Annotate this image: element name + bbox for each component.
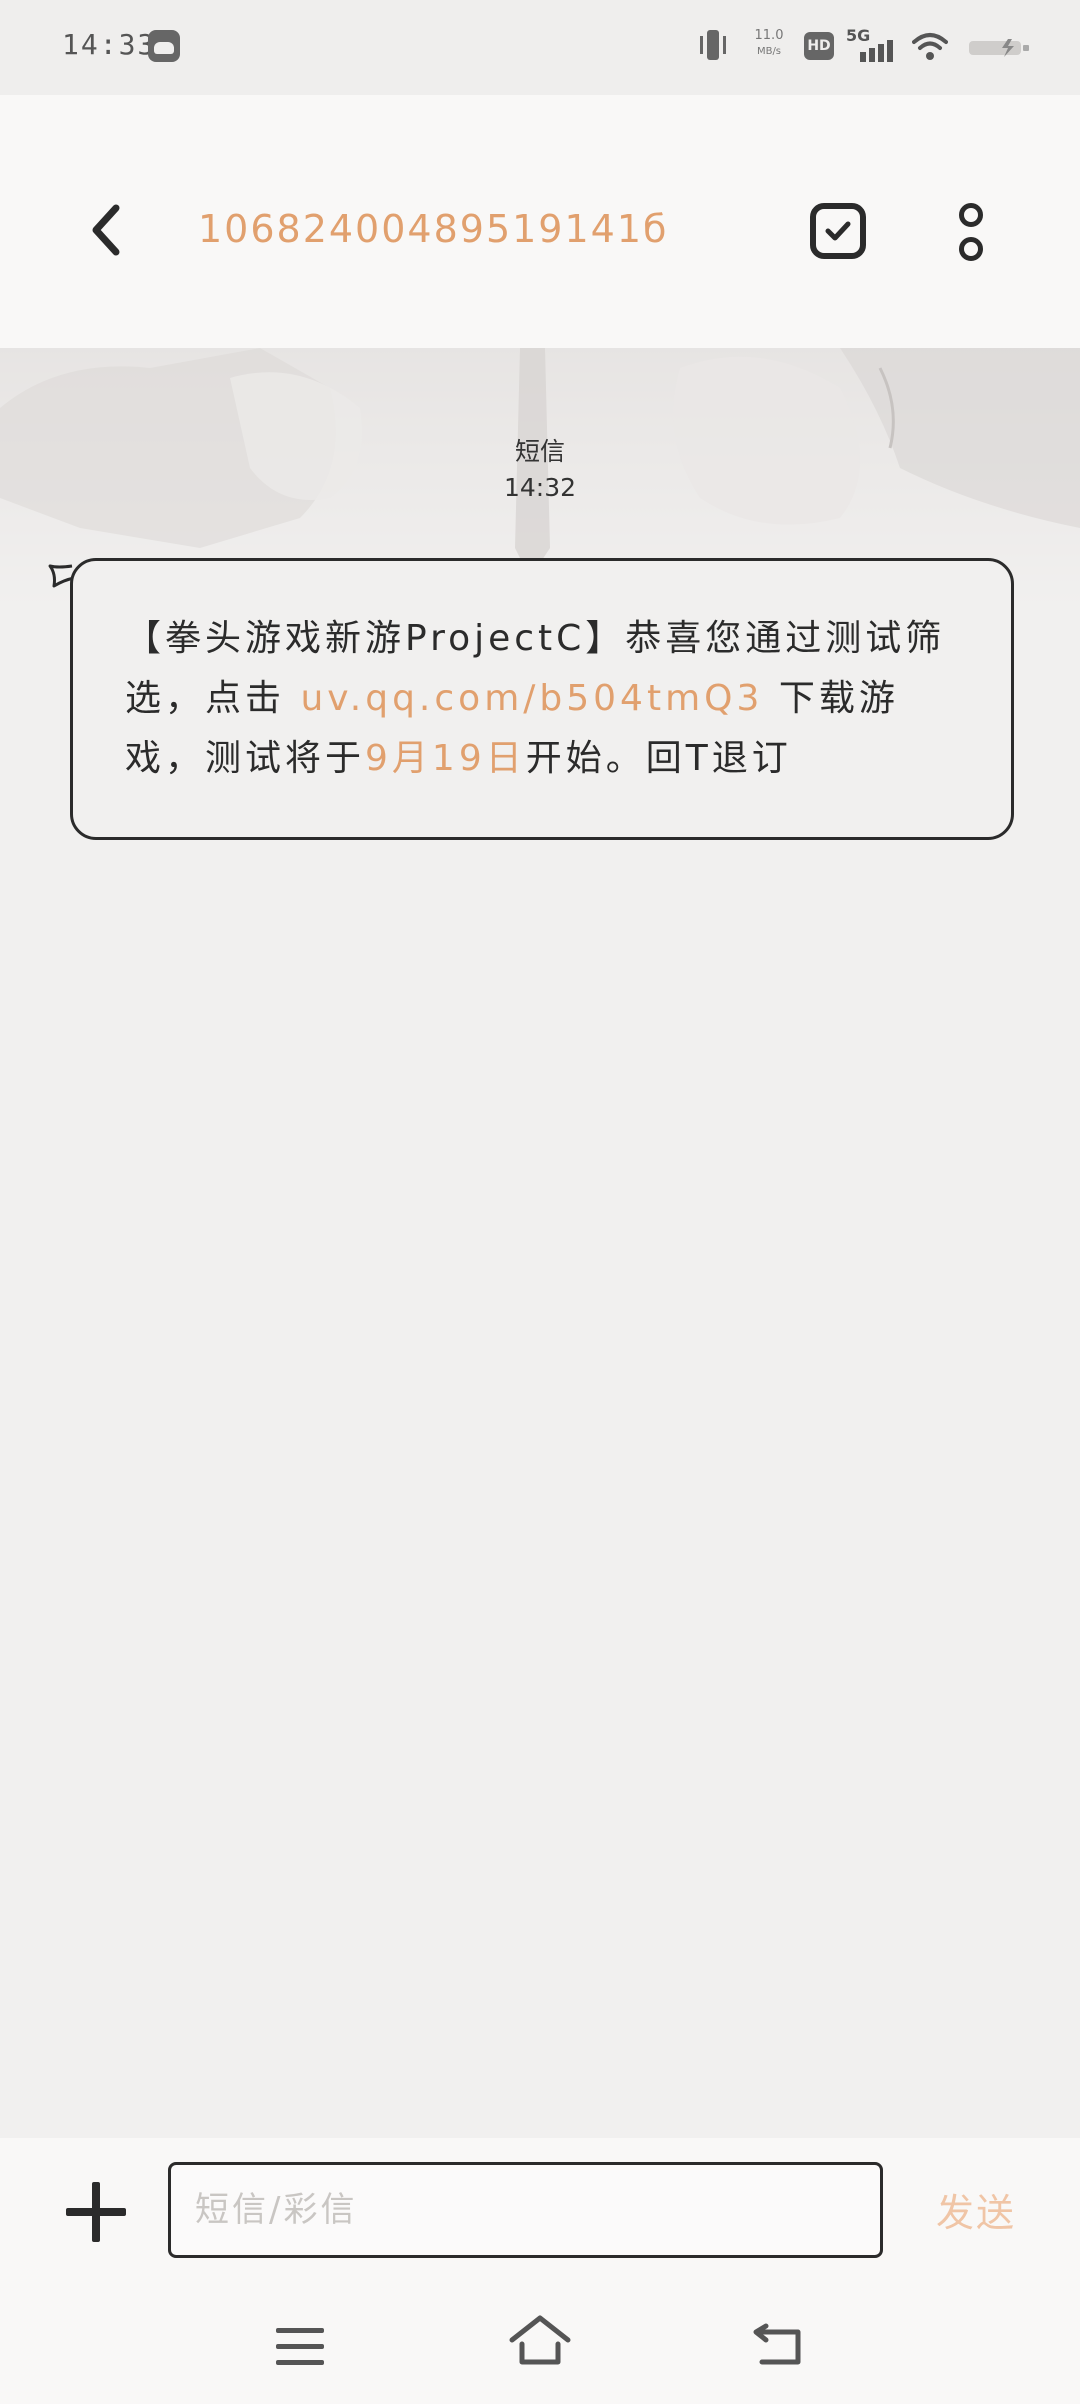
message-list[interactable]: 短信 14:32 【拳头游戏新游ProjectC】恭喜您通过测试筛选，点击 uv…: [0, 348, 1080, 2138]
send-button[interactable]: 发送: [936, 2182, 1016, 2237]
more-vertical-icon: [959, 203, 983, 227]
message-link[interactable]: uv.qq.com/b504tmQ3: [300, 678, 763, 719]
hd-icon: HD: [804, 32, 834, 60]
more-options-button[interactable]: [956, 203, 986, 263]
game-notification-icon: [148, 30, 180, 62]
back-button[interactable]: [82, 200, 132, 260]
vibrate-icon: [700, 28, 726, 64]
status-time: 14:33: [62, 28, 157, 61]
back-icon: [753, 2323, 801, 2365]
status-icons: 11.0 MB/s HD 5G: [700, 26, 1040, 68]
signal-5g-icon: 5G: [846, 26, 894, 64]
message-timestamp: 14:32: [503, 473, 577, 502]
nav-back-button[interactable]: [752, 2318, 806, 2370]
composer-bar: 发送: [0, 2138, 1080, 2288]
checkbox-icon: [825, 221, 851, 241]
nav-menu-button[interactable]: [276, 2328, 324, 2368]
battery-icon: [968, 38, 1038, 58]
message-meta: 短信 14:32: [0, 434, 1080, 506]
message-input[interactable]: [168, 2162, 883, 2258]
message-type-label: 短信: [514, 437, 565, 466]
network-speed: 11.0 MB/s: [754, 28, 784, 57]
wifi-icon: [912, 32, 948, 62]
status-bar: 14:33 11.0 MB/s HD 5G: [0, 0, 1080, 95]
app-bar: 10682400489519141б: [0, 95, 1080, 348]
chevron-left-icon: [92, 204, 120, 256]
select-messages-button[interactable]: [810, 203, 866, 259]
message-date-link[interactable]: 9月19日: [365, 738, 526, 779]
add-attachment-button[interactable]: [66, 2182, 126, 2242]
message-bubble[interactable]: 【拳头游戏新游ProjectC】恭喜您通过测试筛选，点击 uv.qq.com/b…: [70, 558, 1014, 840]
message-text: 【拳头游戏新游ProjectC】恭喜您通过测试筛选，点击 uv.qq.com/b…: [125, 618, 946, 779]
conversation-title[interactable]: 10682400489519141б: [198, 207, 668, 251]
system-nav-bar: [0, 2288, 1080, 2404]
nav-home-button[interactable]: [508, 2314, 572, 2370]
home-icon: [509, 2315, 571, 2365]
